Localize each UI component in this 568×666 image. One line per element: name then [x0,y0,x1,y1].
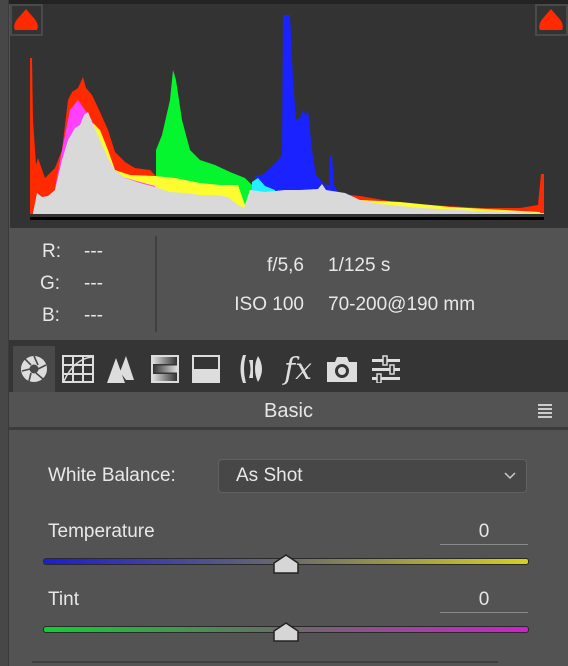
white-balance-label: White Balance: [48,465,176,486]
b-value: --- [84,305,103,326]
histogram-blue-channel [255,15,360,214]
split-toning-icon [192,355,220,383]
tint-input[interactable]: 0 [440,589,528,613]
sliders-icon [372,355,400,383]
fx-icon: fx [283,351,313,387]
tint-slider-thumb[interactable] [273,622,299,642]
panel-tabs: fx [9,340,568,392]
tint-label: Tint [48,589,79,610]
tab-detail[interactable] [100,346,142,392]
r-value: --- [84,241,103,262]
aperture-icon [21,355,47,382]
hamburger-menu-icon[interactable] [538,404,552,420]
shutter-speed: 1/125 s [328,255,391,276]
histogram-graph [30,15,544,220]
section-divider [32,661,498,663]
lens-icon [240,355,262,383]
tab-lens-corrections[interactable] [232,346,274,392]
r-label: R: [42,241,61,262]
hsl-gradient-icon [151,355,179,383]
temperature-input[interactable]: 0 [440,521,528,545]
detail-mountains-icon [107,356,134,383]
white-balance-value: As Shot [236,465,303,486]
tab-split-toning[interactable] [185,346,227,392]
panel-title: Basic [264,400,313,422]
temperature-slider-thumb[interactable] [273,554,299,574]
g-value: --- [84,273,103,294]
tab-tone-curve[interactable] [57,346,99,392]
divider [155,236,157,332]
tab-hsl[interactable] [144,346,186,392]
aperture: f/5,6 [267,255,304,276]
iso: ISO 100 [234,294,304,315]
tab-camera-calibration[interactable] [321,346,363,392]
lens: 70-200@190 mm [328,294,476,315]
histogram-baseline [30,217,544,220]
tab-presets[interactable] [365,346,407,392]
histogram [10,4,568,228]
g-label: G: [40,273,61,294]
temperature-label: Temperature [48,521,155,542]
left-edge [0,0,9,666]
white-balance-select[interactable]: As Shot [218,459,527,493]
b-label: B: [42,305,60,326]
tone-curve-icon [62,355,94,383]
camera-icon [327,357,357,382]
panel-header: Basic [9,392,568,430]
tab-basic[interactable] [13,346,55,392]
chevron-down-icon [504,472,516,480]
tab-effects[interactable]: fx [277,346,319,392]
